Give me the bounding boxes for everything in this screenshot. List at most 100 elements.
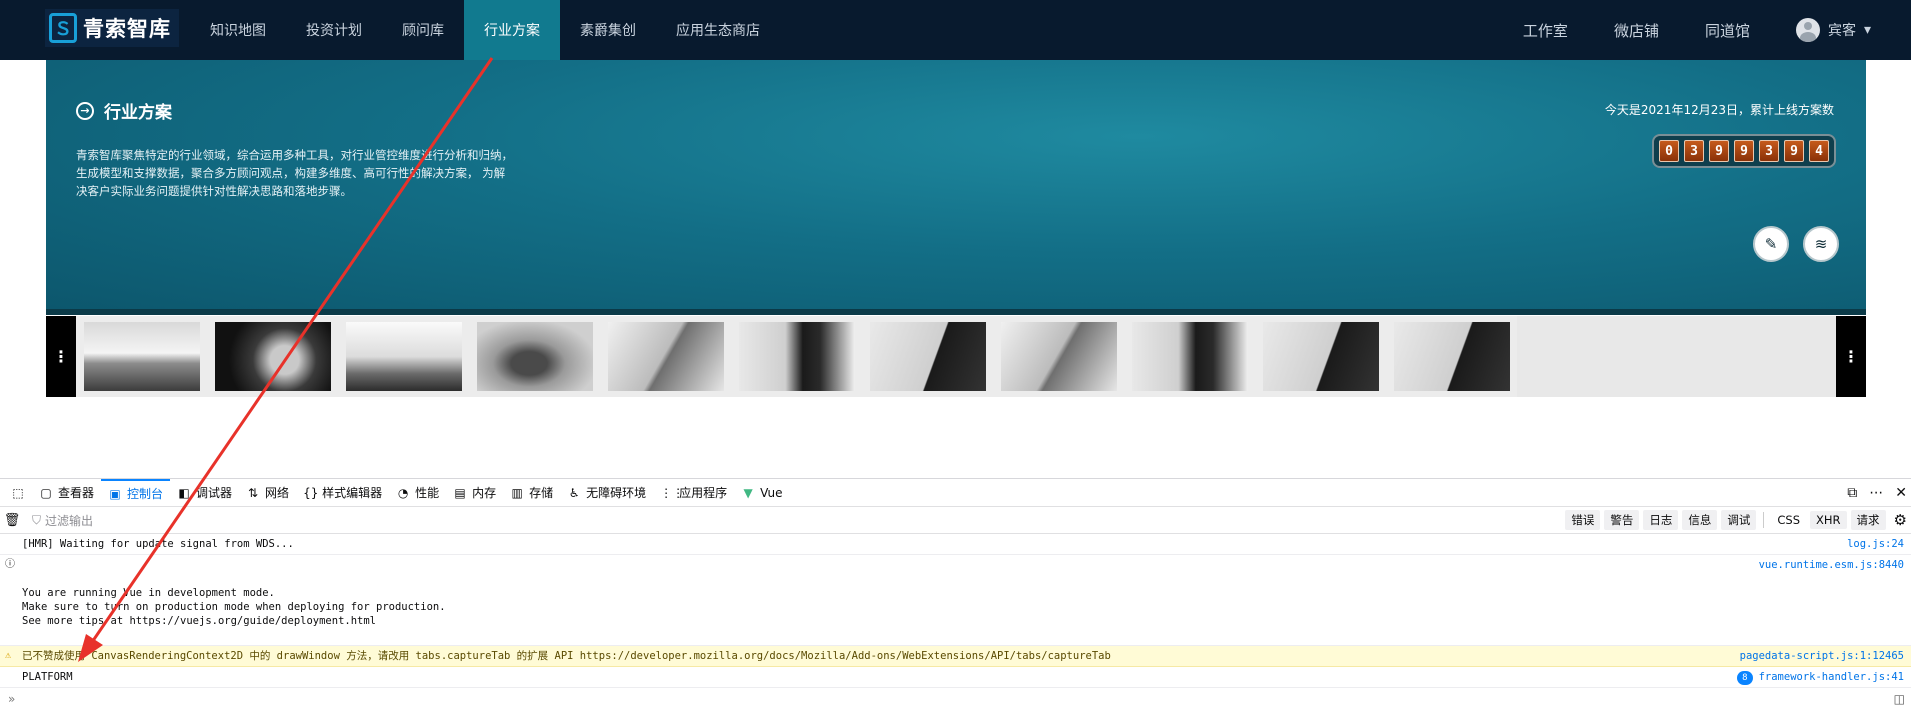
edit-button[interactable]: ✎ — [1753, 226, 1789, 262]
nav-item-tongdao[interactable]: 同道馆 — [1705, 20, 1750, 41]
tab-vue[interactable]: ▼ Vue — [734, 479, 789, 507]
gallery-thumb[interactable] — [469, 316, 600, 397]
nav-item-investment-plan[interactable]: 投资计划 — [286, 0, 382, 60]
gallery-next-handle[interactable]: ⋮ — [1836, 316, 1866, 397]
gallery-thumb[interactable] — [993, 316, 1124, 397]
element-picker-button[interactable]: ⬚ — [4, 479, 32, 507]
nav-item-industry-solutions[interactable]: 行业方案 — [464, 0, 560, 60]
tab-label: 性能 — [415, 486, 440, 500]
filter-placeholder: 过滤输出 — [45, 513, 94, 528]
tab-label: 应用程序 — [679, 486, 728, 500]
user-menu[interactable]: 宾客 ▾ — [1795, 18, 1871, 42]
console-message: PLATFORM 8 framework-handler.js:41 — [0, 667, 1911, 688]
tab-label: 存储 — [529, 486, 554, 500]
gallery-thumb[interactable] — [600, 316, 731, 397]
divider — [1763, 512, 1765, 528]
thumb-image-woman — [738, 322, 855, 391]
nav-item-app-store[interactable]: 应用生态商店 — [656, 0, 780, 60]
close-icon[interactable]: ✕ — [1895, 485, 1907, 501]
tab-storage[interactable]: ▥ 存储 — [503, 479, 560, 507]
filter-errors[interactable]: 错误 — [1565, 510, 1601, 530]
message-source-link[interactable]: log.js:24 — [1847, 537, 1904, 551]
warning-icon: ⚠ — [5, 650, 12, 661]
message-source-link[interactable]: framework-handler.js:41 — [1759, 671, 1904, 683]
console-message: [HMR] Waiting for update signal from WDS… — [0, 534, 1911, 555]
tab-label: 查看器 — [58, 486, 95, 500]
logo[interactable]: Ｓ 青索智库 — [45, 9, 179, 47]
gallery-thumb[interactable] — [1255, 316, 1386, 397]
tab-console[interactable]: ▣ 控制台 — [101, 478, 171, 507]
tab-memory[interactable]: ▤ 内存 — [446, 479, 503, 507]
tab-network[interactable]: ⇅ 网络 — [239, 479, 296, 507]
devtools-panel: ⬚ ▢ 查看器 ▣ 控制台 ◧ 调试器 ⇅ 网络 {} 样式编辑器 ◔ 性能 ▤ 内存 ▥ 存储… — [0, 478, 1911, 719]
tab-accessibility[interactable]: ♿ 无障碍环境 — [560, 479, 653, 507]
devtools-tabbar: ⬚ ▢ 查看器 ▣ 控制台 ◧ 调试器 ⇅ 网络 {} 样式编辑器 ◔ 性能 ▤ 内存 ▥ 存储… — [0, 478, 1911, 507]
tab-label: 无障碍环境 — [586, 486, 647, 500]
settings-gear-icon[interactable]: ⚙ — [1894, 511, 1907, 529]
gallery-thumb[interactable] — [731, 316, 862, 397]
message-source-group: 8 framework-handler.js:41 — [1737, 670, 1904, 685]
gallery-thumbs — [76, 316, 1517, 397]
nav-item-studio[interactable]: 工作室 — [1523, 20, 1568, 41]
gallery-thumb[interactable] — [1124, 316, 1255, 397]
gallery-thumb[interactable] — [862, 316, 993, 397]
trash-icon[interactable]: 🗑 — [0, 513, 24, 528]
thumb-image-peak — [1000, 322, 1117, 391]
gauge-icon: ◔ — [397, 485, 409, 500]
split-console-icon[interactable]: ◫ — [1894, 692, 1905, 706]
tab-performance[interactable]: ◔ 性能 — [389, 479, 446, 507]
filter-debug[interactable]: 调试 — [1721, 510, 1757, 530]
filter-info[interactable]: 信息 — [1682, 510, 1718, 530]
user-name: 宾客 — [1827, 23, 1856, 39]
message-text: 已不赞成使用 CanvasRenderingContext2D 中的 drawW… — [22, 650, 1111, 662]
nav-item-knowledge-map[interactable]: 知识地图 — [190, 0, 286, 60]
filter-input[interactable]: ⛉ 过滤输出 — [32, 512, 93, 529]
debugger-icon: ◧ — [178, 485, 190, 500]
chevron-down-icon: ▾ — [1863, 22, 1871, 38]
counter-digit: 3 — [1684, 140, 1704, 162]
dock-icon[interactable]: ⧉ — [1847, 485, 1857, 501]
storage-icon: ▥ — [511, 485, 523, 500]
log-level-filters: 错误 警告 日志 信息 调试 CSS XHR 请求 ⚙ — [1565, 510, 1907, 530]
layers-button[interactable]: ≋ — [1803, 226, 1839, 262]
gallery-thumb[interactable] — [338, 316, 469, 397]
pencil-icon: ✎ — [1764, 235, 1778, 253]
filter-xhr[interactable]: XHR — [1810, 511, 1847, 529]
filter-logs[interactable]: 日志 — [1643, 510, 1679, 530]
console-input[interactable]: » ◫ — [0, 688, 1911, 710]
gallery-thumb[interactable] — [76, 316, 207, 397]
message-text: PLATFORM — [22, 671, 73, 683]
accessibility-icon: ♿ — [568, 485, 580, 500]
message-source-link[interactable]: pagedata-script.js:1:12465 — [1740, 649, 1904, 663]
tab-label: 网络 — [265, 486, 290, 500]
tab-application[interactable]: ⋮⋮ 应用程序 — [653, 479, 734, 507]
console-filterbar: 🗑 ⛉ 过滤输出 错误 警告 日志 信息 调试 CSS XHR 请求 ⚙ — [0, 507, 1911, 534]
filter-css[interactable]: CSS — [1771, 511, 1806, 529]
filter-icon: ⛉ — [32, 512, 42, 527]
filter-warnings[interactable]: 警告 — [1604, 510, 1640, 530]
hero-banner: → 行业方案 青索智库聚焦特定的行业领域，综合运用多种工具，对行业管控维度进行分… — [46, 60, 1866, 315]
tab-label: 控制台 — [127, 487, 164, 501]
layers-icon: ≋ — [1814, 235, 1828, 253]
counter-digit: 9 — [1784, 140, 1804, 162]
nav-item-consultants[interactable]: 顾问库 — [382, 0, 464, 60]
console-warning: ⚠ 已不赞成使用 CanvasRenderingContext2D 中的 dra… — [0, 646, 1911, 667]
tab-debugger[interactable]: ◧ 调试器 — [170, 479, 239, 507]
thumb-image-whale — [476, 322, 593, 391]
nav-item-sujue[interactable]: 素爵集创 — [560, 0, 656, 60]
gallery-prev-handle[interactable]: ⋮ — [46, 316, 76, 397]
filter-requests[interactable]: 请求 — [1850, 510, 1886, 530]
nav-item-micro-shop[interactable]: 微店铺 — [1614, 20, 1659, 41]
console-icon: ▣ — [109, 486, 121, 501]
tab-inspector[interactable]: ▢ 查看器 — [32, 479, 101, 507]
thumb-image-building — [1393, 322, 1510, 391]
thumb-image-building — [869, 322, 986, 391]
tab-style-editor[interactable]: {} 样式编辑器 — [296, 479, 389, 507]
tab-label: 内存 — [472, 486, 497, 500]
gallery-thumb[interactable] — [1386, 316, 1517, 397]
vue-icon: ▼ — [743, 485, 753, 500]
more-options-icon[interactable]: ⋯ — [1869, 485, 1883, 501]
devtools-toolbar-right: ⧉ ⋯ ✕ — [1847, 479, 1907, 507]
gallery-thumb[interactable] — [207, 316, 338, 397]
message-source-link[interactable]: vue.runtime.esm.js:8440 — [1759, 558, 1904, 572]
